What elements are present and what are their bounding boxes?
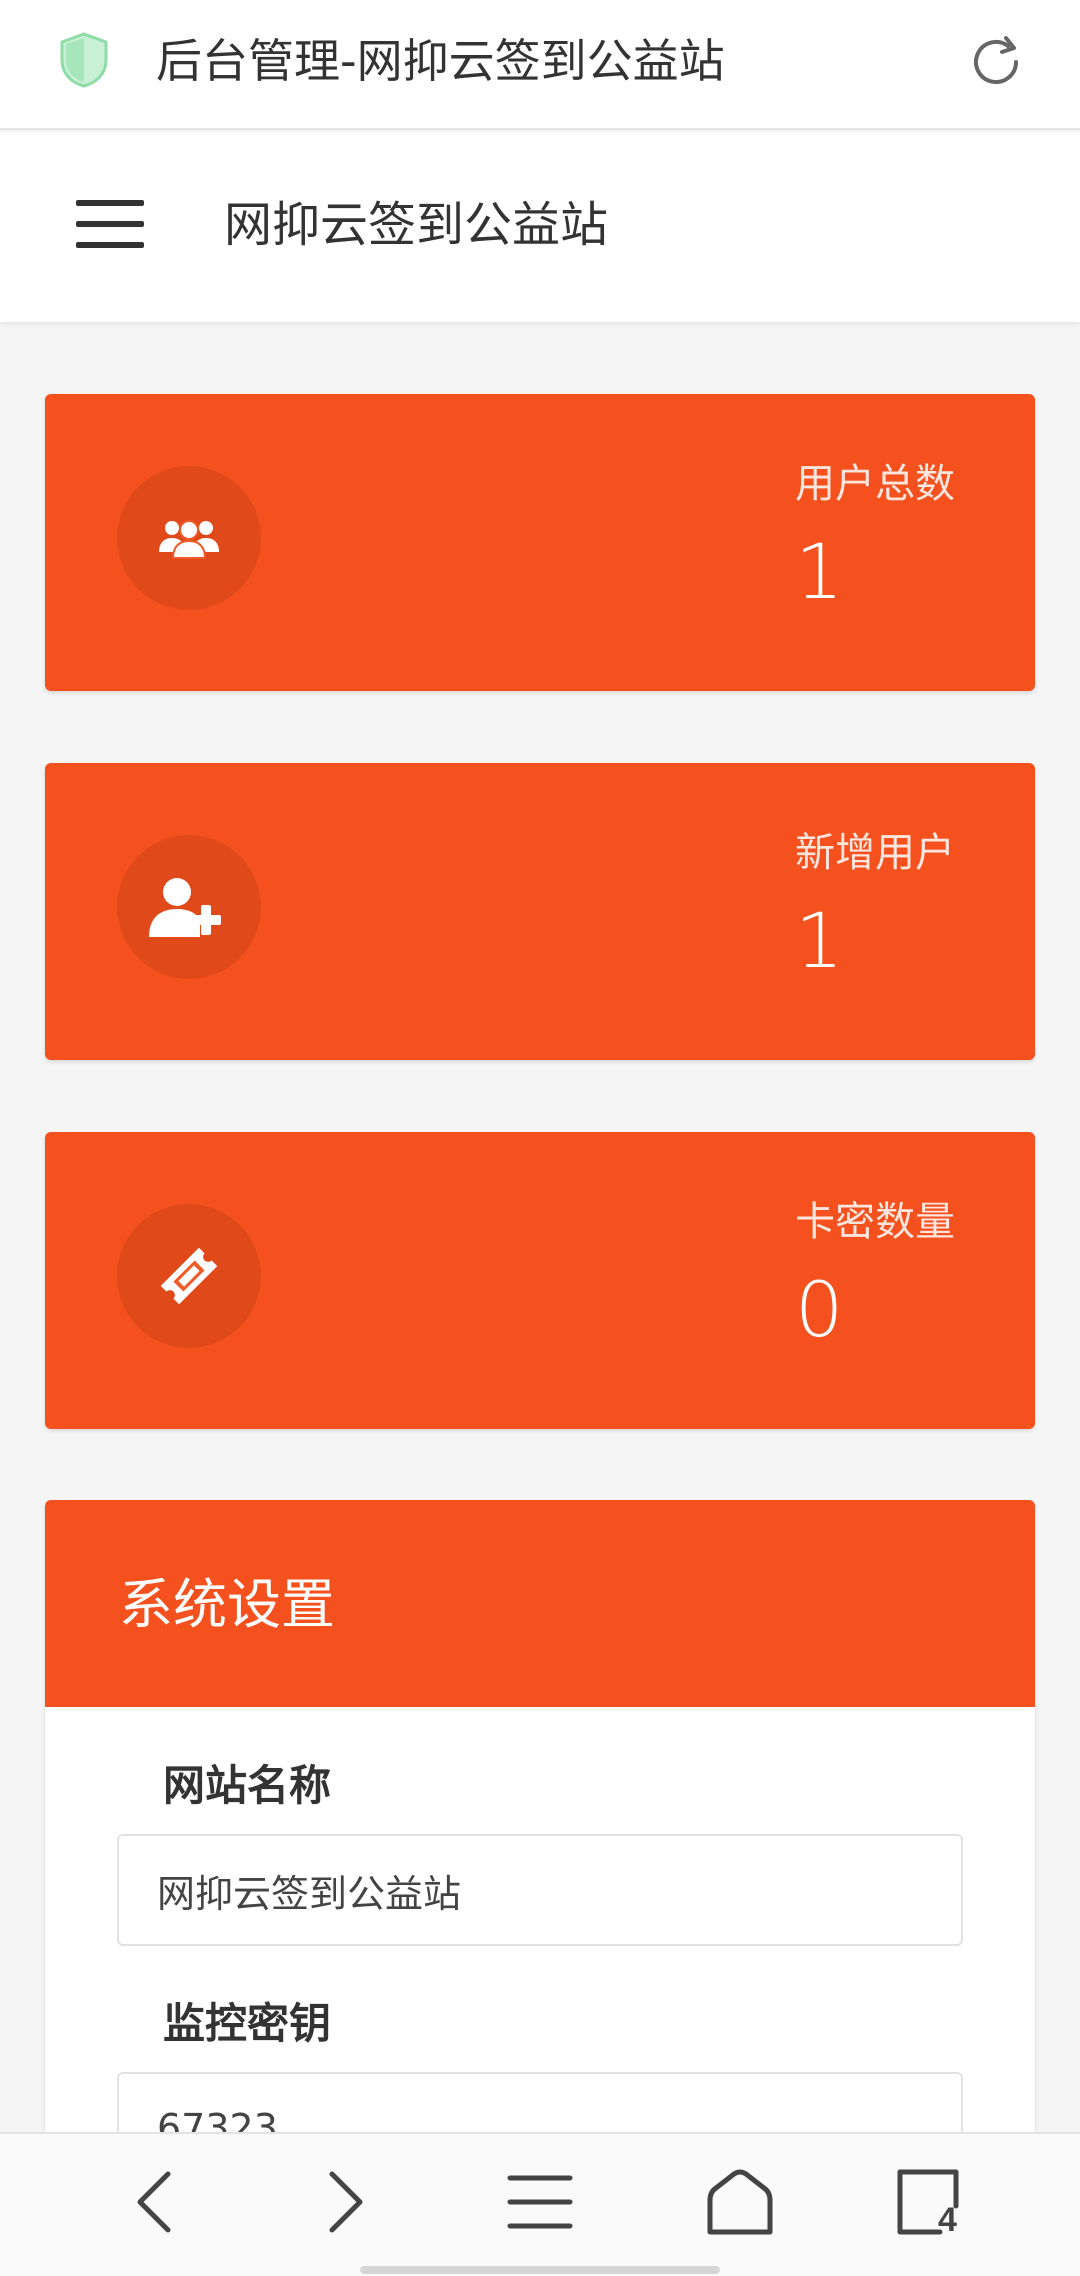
browser-address-bar: 后台管理-网抑云签到公益站 (0, 0, 1080, 130)
shield-icon (60, 32, 108, 88)
site-name-label: 网站名称 (163, 1761, 332, 1810)
icon-circle (117, 466, 261, 610)
settings-header: 系统设置 (45, 1500, 1035, 1707)
icon-circle (117, 1204, 261, 1348)
settings-panel: 系统设置 网站名称 监控密钥 (45, 1500, 1035, 2240)
monitor-key-label: 监控密钥 (163, 1999, 332, 2048)
stat-card-new-users: 新增用户 1 (45, 763, 1035, 1060)
browser-bottom-nav: 4 (0, 2132, 1080, 2276)
menu-lines-icon[interactable] (500, 2162, 580, 2242)
home-indicator (360, 2266, 720, 2274)
ticket-icon (160, 1247, 218, 1305)
stat-value: 0 (795, 1265, 844, 1354)
menu-icon[interactable] (76, 200, 144, 248)
stat-card-card-keys: 卡密数量 0 (45, 1132, 1035, 1429)
user-add-icon (149, 878, 221, 937)
stat-card-total-users: 用户总数 1 (45, 394, 1035, 691)
browser-page-title[interactable]: 后台管理-网抑云签到公益站 (156, 30, 725, 92)
site-title: 网抑云签到公益站 (224, 197, 609, 253)
users-icon (159, 520, 219, 559)
tab-count: 4 (938, 2201, 957, 2239)
forward-icon[interactable] (302, 2162, 382, 2242)
home-icon[interactable] (700, 2162, 780, 2242)
stat-value: 1 (795, 527, 844, 616)
site-name-input[interactable] (117, 1834, 963, 1946)
tabs-button[interactable]: 4 (888, 2162, 968, 2242)
stat-value: 1 (795, 896, 844, 985)
back-icon[interactable] (118, 2162, 198, 2242)
settings-title: 系统设置 (119, 1573, 335, 1636)
stat-label: 用户总数 (795, 461, 955, 507)
refresh-icon[interactable] (966, 32, 1026, 92)
stat-label: 卡密数量 (795, 1199, 955, 1245)
app-header: 网抑云签到公益站 (0, 132, 1080, 322)
stat-label: 新增用户 (795, 830, 955, 876)
icon-circle (117, 835, 261, 979)
